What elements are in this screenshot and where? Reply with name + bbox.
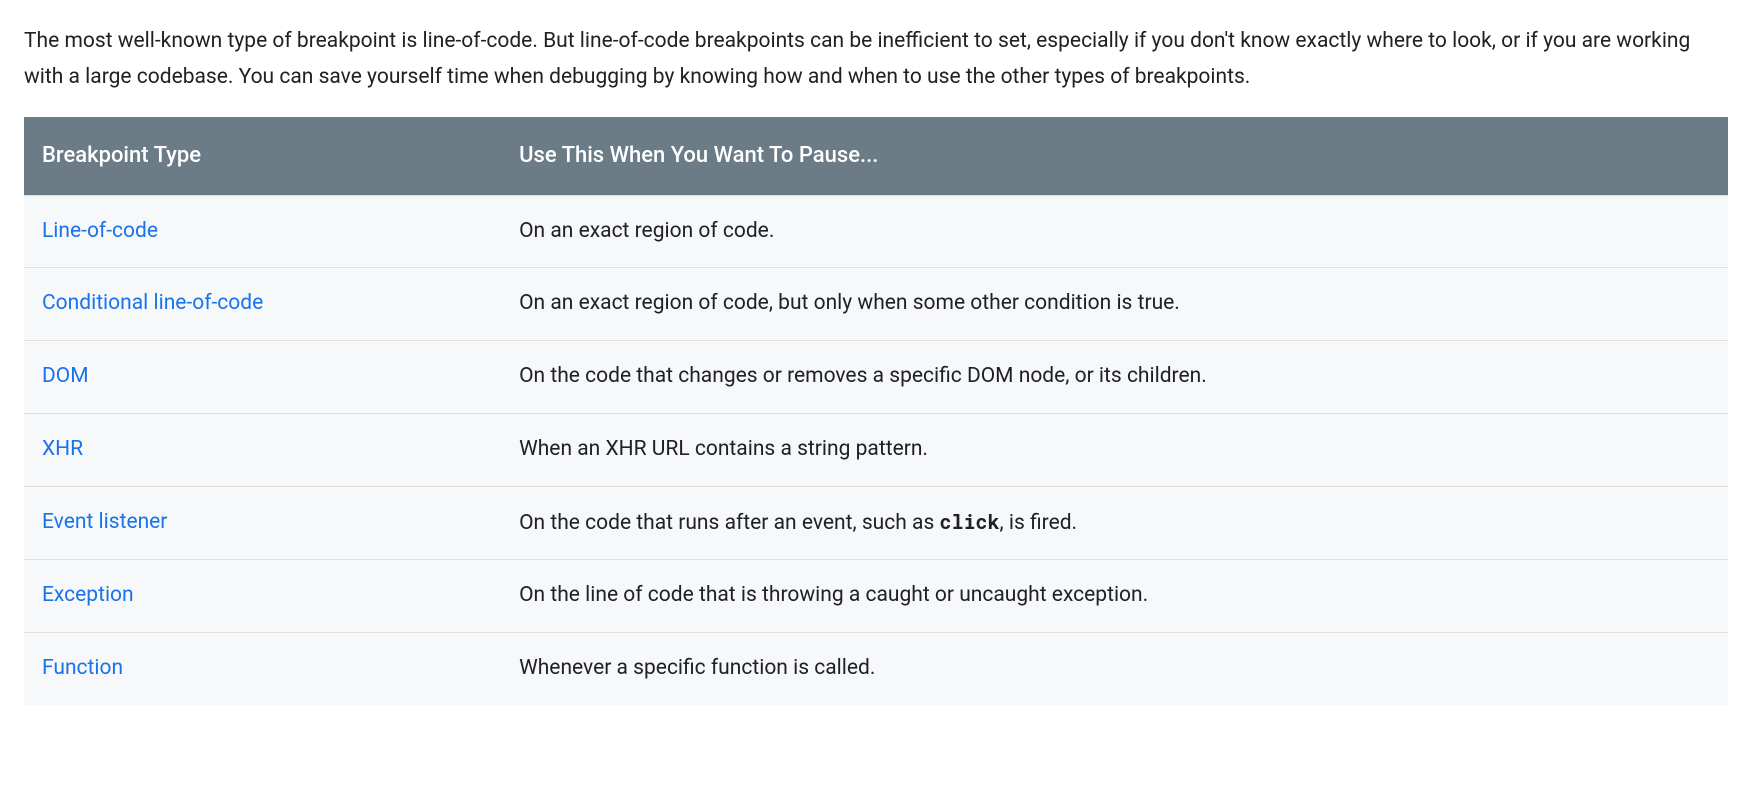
breakpoint-type-link[interactable]: DOM — [42, 364, 89, 388]
breakpoint-desc-cell: On an exact region of code, but only whe… — [501, 268, 1728, 341]
breakpoint-type-cell: Event listener — [24, 486, 501, 560]
breakpoint-type-link[interactable]: Function — [42, 656, 123, 680]
breakpoint-desc-cell: On the line of code that is throwing a c… — [501, 560, 1728, 633]
breakpoint-type-link[interactable]: Line-of-code — [42, 219, 158, 243]
table-row: XHR When an XHR URL contains a string pat… — [24, 413, 1728, 486]
table-row: Conditional line-of-code On an exact regi… — [24, 268, 1728, 341]
breakpoint-desc-cell: On the code that runs after an event, su… — [501, 486, 1728, 560]
breakpoint-type-cell: XHR — [24, 413, 501, 486]
breakpoint-type-link[interactable]: XHR — [42, 437, 83, 461]
breakpoint-type-link[interactable]: Conditional line-of-code — [42, 291, 263, 315]
breakpoint-type-cell: Conditional line-of-code — [24, 268, 501, 341]
table-row: Line-of-code On an exact region of code. — [24, 195, 1728, 268]
breakpoint-type-cell: Function — [24, 632, 501, 704]
breakpoint-type-cell: DOM — [24, 341, 501, 414]
breakpoint-type-cell: Line-of-code — [24, 195, 501, 268]
breakpoint-type-link[interactable]: Exception — [42, 583, 134, 607]
breakpoint-types-table: Breakpoint Type Use This When You Want T… — [24, 117, 1728, 704]
inline-code: click — [940, 509, 1000, 535]
table-row: DOM On the code that changes or removes a… — [24, 341, 1728, 414]
breakpoint-desc-cell: On an exact region of code. — [501, 195, 1728, 268]
table-header-type: Breakpoint Type — [24, 117, 501, 195]
table-header-when: Use This When You Want To Pause... — [501, 117, 1728, 195]
table-row: Exception On the line of code that is thr… — [24, 560, 1728, 633]
table-row: Function Whenever a specific function is … — [24, 632, 1728, 704]
breakpoint-desc-cell: When an XHR URL contains a string patter… — [501, 413, 1728, 486]
breakpoint-desc-cell: Whenever a specific function is called. — [501, 632, 1728, 704]
breakpoint-type-link[interactable]: Event listener — [42, 510, 167, 534]
breakpoint-desc-cell: On the code that changes or removes a sp… — [501, 341, 1728, 414]
breakpoint-type-cell: Exception — [24, 560, 501, 633]
table-row: Event listener On the code that runs afte… — [24, 486, 1728, 560]
intro-paragraph: The most well-known type of breakpoint i… — [24, 24, 1724, 95]
